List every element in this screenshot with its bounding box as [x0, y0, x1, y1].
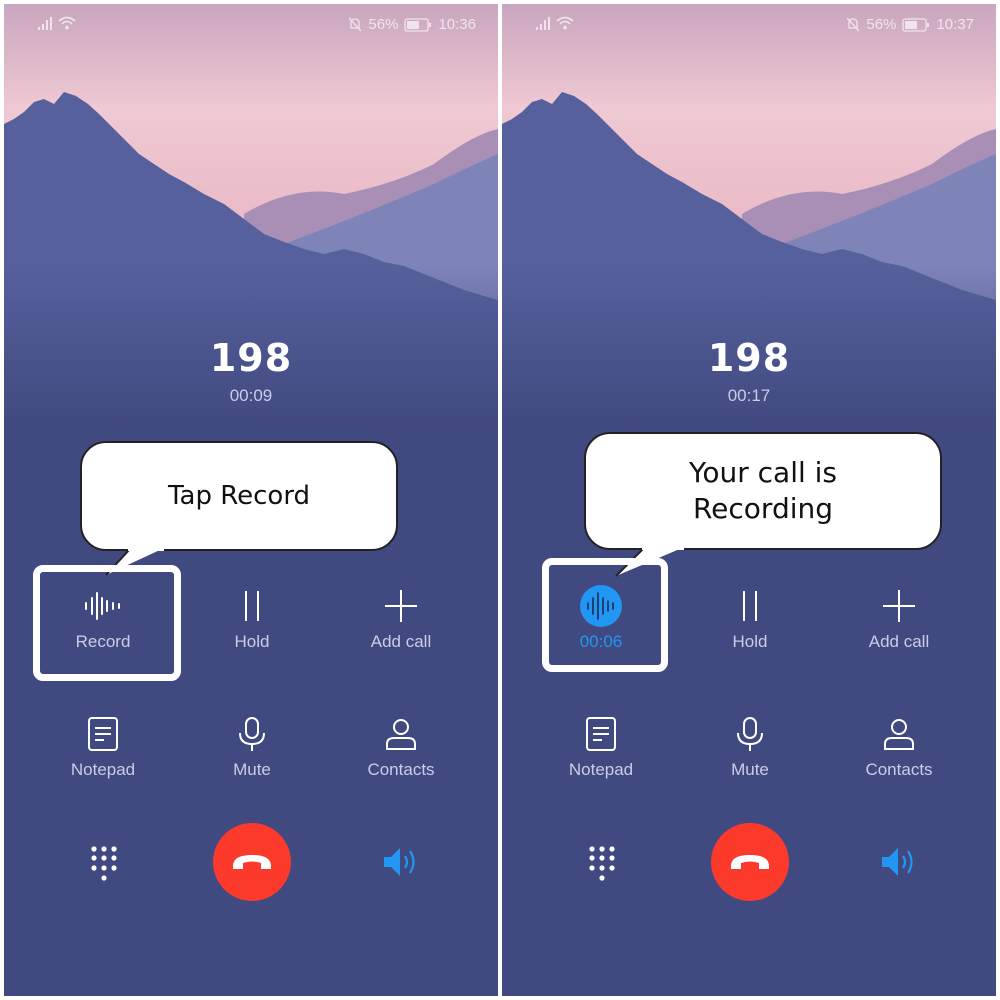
hang-up-phone-icon — [233, 855, 271, 869]
mute-label: Mute — [731, 760, 769, 779]
end-call-button[interactable] — [711, 823, 789, 901]
callout-text-line1: Your call is — [688, 456, 838, 489]
battery-percent: 56% — [368, 16, 399, 33]
callout-text-line2: Recording — [692, 492, 834, 525]
caller-number: 198 — [209, 336, 293, 380]
hold-button[interactable]: Hold — [177, 586, 327, 652]
record-button-active[interactable]: 00:06 — [526, 585, 676, 652]
add-call-button[interactable]: Add call — [824, 586, 974, 652]
record-button[interactable]: Record — [28, 586, 178, 652]
dialpad-icon[interactable] — [90, 845, 118, 881]
clock-time: 10:37 — [936, 16, 974, 33]
hold-label: Hold — [234, 632, 270, 651]
call-duration: 00:09 — [229, 386, 273, 405]
add-call-label: Add call — [370, 632, 432, 651]
hold-button[interactable]: Hold — [675, 586, 825, 652]
dialpad-icon[interactable] — [588, 845, 616, 881]
caller-number: 198 — [707, 336, 791, 380]
notepad-label: Notepad — [568, 760, 634, 779]
hang-up-phone-icon — [731, 855, 769, 869]
speaker-icon[interactable] — [382, 846, 420, 878]
signal-icon — [38, 17, 52, 30]
plus-icon — [883, 590, 915, 622]
record-label: Record — [75, 632, 131, 651]
mute-button[interactable]: Mute — [177, 714, 327, 780]
microphone-icon — [737, 717, 763, 751]
add-call-button[interactable]: Add call — [326, 586, 476, 652]
end-call-button[interactable] — [213, 823, 291, 901]
caller-info: 198 00:09 — [4, 336, 498, 406]
notepad-label: Notepad — [70, 760, 136, 779]
call-duration: 00:17 — [727, 386, 771, 405]
notepad-button[interactable]: Notepad — [28, 714, 178, 780]
status-bar: 56% 10:36 — [4, 14, 498, 36]
wifi-icon — [58, 16, 76, 30]
contact-person-icon — [386, 719, 416, 750]
callout-text: Tap Record — [167, 481, 311, 511]
signal-icon — [536, 17, 550, 30]
recording-waveform-icon — [580, 585, 622, 627]
plus-icon — [385, 590, 417, 622]
mute-label: Mute — [233, 760, 271, 779]
clock-time: 10:36 — [438, 16, 476, 33]
contacts-label: Contacts — [865, 760, 933, 779]
contacts-button[interactable]: Contacts — [326, 714, 476, 780]
mute-button[interactable]: Mute — [675, 714, 825, 780]
waveform-icon — [85, 592, 120, 620]
hold-label: Hold — [732, 632, 768, 651]
wifi-icon — [556, 16, 574, 30]
callout-bubble: Your call is Recording — [584, 432, 942, 550]
bell-muted-icon — [846, 17, 860, 32]
contacts-label: Contacts — [367, 760, 435, 779]
battery-icon — [902, 17, 930, 32]
battery-icon — [404, 17, 432, 32]
notepad-icon — [586, 717, 616, 751]
bell-muted-icon — [348, 17, 362, 32]
recording-timer: 00:06 — [579, 632, 623, 651]
callout-bubble: Tap Record — [80, 441, 398, 551]
contacts-button[interactable]: Contacts — [824, 714, 974, 780]
notepad-icon — [88, 717, 118, 751]
pause-icon — [245, 591, 259, 621]
speaker-icon[interactable] — [880, 846, 918, 878]
microphone-icon — [239, 717, 265, 751]
caller-info: 198 00:17 — [502, 336, 996, 406]
notepad-button[interactable]: Notepad — [526, 714, 676, 780]
status-bar: 56% 10:37 — [502, 14, 996, 36]
add-call-label: Add call — [868, 632, 930, 651]
pause-icon — [743, 591, 757, 621]
phone-screen-recording: 56% 10:37 198 00:17 Your call is Recordi… — [502, 4, 996, 996]
battery-percent: 56% — [866, 16, 897, 33]
contact-person-icon — [884, 719, 914, 750]
phone-screen-before: 56% 10:36 198 00:09 Tap Record Record Ho… — [4, 4, 498, 996]
